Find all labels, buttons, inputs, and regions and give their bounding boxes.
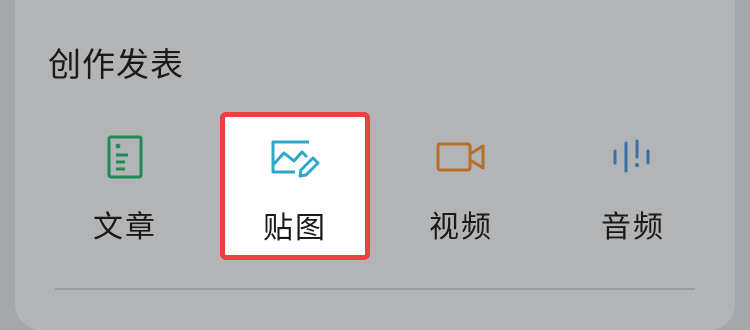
article-icon [99,134,151,180]
divider [55,288,695,290]
create-audio-button[interactable]: 音频 [558,112,708,262]
section-title: 创作发表 [48,45,184,84]
create-article-button[interactable]: 文章 [50,112,200,262]
audio-label: 音频 [601,210,665,245]
audio-wave-icon [607,134,659,180]
create-video-button[interactable]: 视频 [386,112,536,262]
image-post-label: 贴图 [263,211,327,246]
video-camera-icon [435,134,487,180]
create-image-post-button[interactable]: 贴图 [220,112,370,260]
video-label: 视频 [429,210,493,245]
image-icon [269,135,321,181]
article-label: 文章 [93,210,157,245]
